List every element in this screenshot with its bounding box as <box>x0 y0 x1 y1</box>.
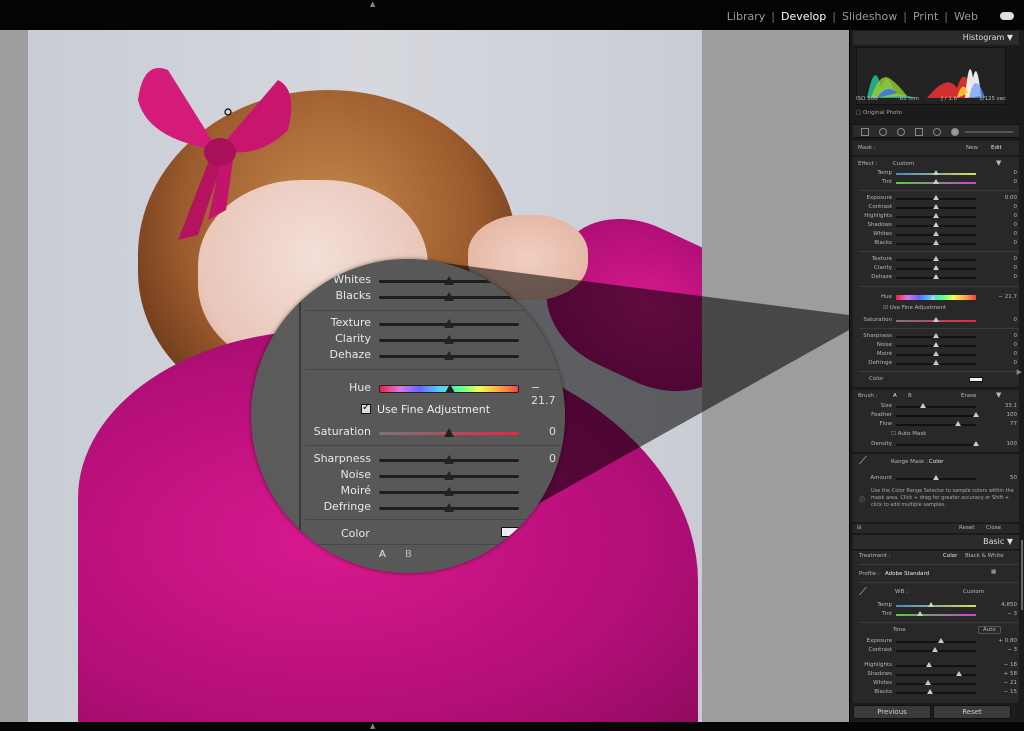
slider-basic-highlights[interactable]: Highlights − 18 <box>853 661 1019 670</box>
slider-basic-whites[interactable]: Whites − 21 <box>853 679 1019 688</box>
slider-amount[interactable]: Amount 50 <box>853 474 1019 483</box>
adjustment-brush-icon[interactable] <box>951 128 959 136</box>
filmstrip-bar: ▲ <box>0 722 1024 731</box>
module-picker: Library | Develop | Slideshow | Print | … <box>721 10 984 23</box>
slider-basic-contrast[interactable]: Contrast − 3 <box>853 646 1019 655</box>
brush-pin-icon[interactable]: ⊟ <box>857 525 862 531</box>
range-mask-select[interactable]: Color <box>929 459 943 465</box>
slider-sharpness[interactable]: Sharpness 0 <box>853 332 1019 341</box>
red-eye-icon[interactable] <box>897 128 905 136</box>
module-library[interactable]: Library <box>721 10 771 23</box>
wb-select[interactable]: Custom <box>963 589 984 595</box>
range-mask-help: Use the Color Range Selector to sample c… <box>871 488 1014 508</box>
brush-panel: Brush : A B Erase ▼ Size 33.1 Feather 100 … <box>853 390 1019 452</box>
module-print[interactable]: Print <box>907 10 944 23</box>
slider-dehaze[interactable]: Dehaze 0 <box>853 273 1019 282</box>
tool-strip <box>853 124 1019 138</box>
module-slideshow[interactable]: Slideshow <box>836 10 903 23</box>
brush-effect-panel: Effect : Custom ▼ Temp 0 Tint 0 Exposure 0.… <box>853 157 1019 387</box>
histogram-meta: ISO 100 85 mm ƒ / 1.6 1/125 sec <box>856 96 1006 102</box>
graduated-filter-icon[interactable] <box>915 128 923 136</box>
slider-basic-exposure[interactable]: Exposure + 0.80 <box>853 637 1019 646</box>
slider-highlights[interactable]: Highlights 0 <box>853 212 1019 221</box>
mag-color-swatch <box>501 527 523 537</box>
slider-noise[interactable]: Noise 0 <box>853 341 1019 350</box>
slider-basic-temp[interactable]: Temp 4,850 <box>853 601 1019 610</box>
slider-temp[interactable]: Temp 0 <box>853 169 1019 178</box>
color-swatch[interactable] <box>969 377 983 382</box>
slider-tint[interactable]: Tint 0 <box>853 178 1019 187</box>
module-develop[interactable]: Develop <box>775 10 832 23</box>
effect-select[interactable]: Custom <box>893 161 914 167</box>
panel-close-button[interactable]: Close <box>986 525 1001 531</box>
photo-canvas[interactable]: Whites Blacks Texture Clarity Dehaze Hue… <box>0 30 849 722</box>
original-photo-label[interactable]: ▢ Original Photo <box>856 110 902 116</box>
magnified-panel: Whites Blacks Texture Clarity Dehaze Hue… <box>299 259 565 573</box>
profile-select[interactable]: Adobe Standard <box>885 571 929 577</box>
slider-size[interactable]: Size 33.1 <box>853 402 1019 411</box>
basic-header[interactable]: Basic ▼ <box>853 535 1019 549</box>
top-panel-toggle-icon[interactable]: ▲ <box>370 0 375 8</box>
mask-edit-button[interactable]: Edit <box>991 145 1002 151</box>
brush-collapse-icon[interactable]: ▼ <box>996 391 1001 399</box>
auto-mask-checkbox[interactable]: ☐ Auto Mask <box>891 431 926 437</box>
spot-removal-icon[interactable] <box>879 128 887 136</box>
brush-a-button[interactable]: A <box>893 393 897 399</box>
right-panel-toggle-icon[interactable]: ▶ <box>1017 368 1022 376</box>
slider-whites[interactable]: Whites 0 <box>853 230 1019 239</box>
info-icon: ⓘ <box>859 497 866 504</box>
slider-shadows[interactable]: Shadows 0 <box>853 221 1019 230</box>
slider-blacks[interactable]: Blacks 0 <box>853 239 1019 248</box>
slider-exposure[interactable]: Exposure 0.00 <box>853 194 1019 203</box>
tool-slider[interactable] <box>965 131 1013 133</box>
slider-contrast[interactable]: Contrast 0 <box>853 203 1019 212</box>
slider-moire[interactable]: Moiré 0 <box>853 350 1019 359</box>
wb-selector-icon[interactable]: ⟋ <box>859 585 867 599</box>
histogram-header[interactable]: Histogram ▼ <box>853 31 1019 45</box>
mag-hue-row: Hue − 21.7 <box>348 381 556 407</box>
slider-basic-shadows[interactable]: Shadows + 58 <box>853 670 1019 679</box>
slider-basic-tint[interactable]: Tint − 3 <box>853 610 1019 619</box>
auto-tone-button[interactable]: Auto <box>978 626 1001 634</box>
module-picker-bar: ▲ Library | Develop | Slideshow | Print … <box>0 0 1024 30</box>
crop-tool-icon[interactable] <box>861 128 869 136</box>
brush-erase-button[interactable]: Erase <box>961 393 976 399</box>
right-panel: Histogram ▼ ISO 100 85 mm ƒ / 1.6 1/125 … <box>849 30 1024 722</box>
slider-density[interactable]: Density 100 <box>853 440 1019 449</box>
color-picker-icon[interactable]: ⟋ <box>859 454 867 468</box>
previous-button[interactable]: Previous <box>853 705 931 719</box>
slider-flow[interactable]: Flow 77 <box>853 420 1019 429</box>
zoom-magnifier: Whites Blacks Texture Clarity Dehaze Hue… <box>251 259 565 573</box>
slider-feather[interactable]: Feather 100 <box>853 411 1019 420</box>
brush-b-button[interactable]: B <box>908 393 912 399</box>
fine-adjust-checkbox[interactable]: ☑ Use Fine Adjustment <box>883 305 946 311</box>
effect-collapse-icon[interactable]: ▼ <box>996 159 1001 167</box>
radial-filter-icon[interactable] <box>933 128 941 136</box>
treatment-color[interactable]: Color <box>943 553 957 559</box>
lightroom-window: ▲ Library | Develop | Slideshow | Print … <box>0 0 1024 731</box>
slider-clarity[interactable]: Clarity 0 <box>853 264 1019 273</box>
panel-reset-button[interactable]: Reset <box>959 525 974 531</box>
slider-saturation[interactable]: Saturation 0 <box>853 316 1019 325</box>
cloud-sync-icon[interactable] <box>1000 12 1014 20</box>
treatment-bw[interactable]: Black & White <box>965 553 1004 559</box>
reset-button[interactable]: Reset <box>933 705 1011 719</box>
range-mask-panel: ⟋ Range Mask : Color Amount 50 ⓘ Use the … <box>853 454 1019 522</box>
mag-fine-adjust: Use Fine Adjustment <box>361 402 490 416</box>
filmstrip-toggle-icon[interactable]: ▲ <box>370 722 375 730</box>
profile-browser-icon[interactable]: ▦ <box>991 569 996 575</box>
slider-defringe[interactable]: Defringe 0 <box>853 359 1019 368</box>
panel-scrollbar[interactable] <box>1021 540 1023 610</box>
basic-panel: Treatment : Color Black & White Profile … <box>853 551 1019 703</box>
mask-new-button[interactable]: New <box>966 145 978 151</box>
checkbox-icon <box>361 402 371 414</box>
slider-hue[interactable]: Hue − 21.7 <box>853 293 1019 302</box>
slider-texture[interactable]: Texture 0 <box>853 255 1019 264</box>
module-web[interactable]: Web <box>948 10 984 23</box>
slider-basic-blacks[interactable]: Blacks − 15 <box>853 688 1019 697</box>
